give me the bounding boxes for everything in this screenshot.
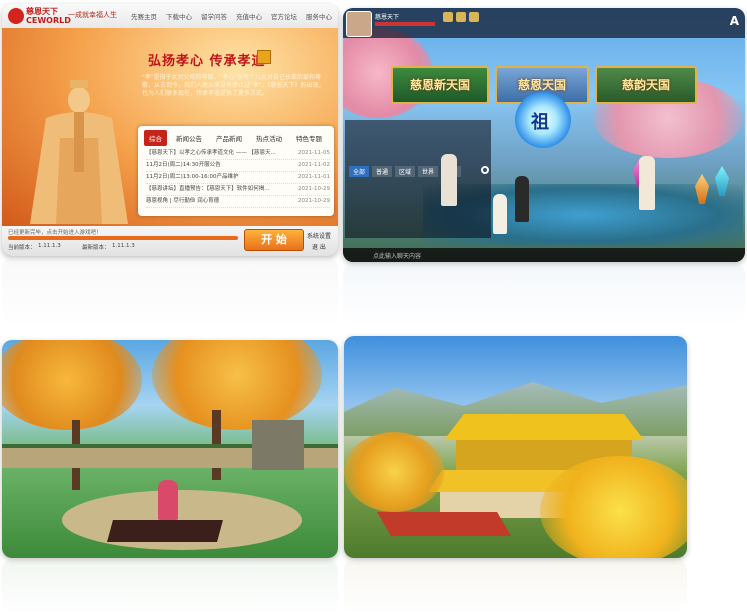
tab-product-news[interactable]: 产品新闻 [211,130,247,146]
palace-reflection [344,560,687,616]
logo-text: 慈恩天下 CEWORLD [26,7,71,25]
current-version: 1.11.1.3 [38,243,61,249]
chat-tab-all[interactable]: 全部 [349,166,370,177]
intro-text: "孝"是指子女对父母的尊敬，"孝心"是每个儿女对自己长辈的爱和尊敬，从古到今，我… [142,74,325,97]
guqin-table [107,520,223,542]
tab-features[interactable]: 特色专题 [291,130,327,146]
red-carpet [377,512,511,536]
palace-roof [444,414,644,440]
news-item[interactable]: 【慈恩讲坛】直播预告：【慈恩天下】软件如何揭... 2021-10-29 [146,184,330,196]
latest-version-label: 最新版本： [82,245,110,251]
player-name: 慈恩天下 [375,14,400,21]
nav-service[interactable]: 服务中心 [306,11,332,21]
gear-icon[interactable] [481,166,489,174]
garden-scene [2,340,338,558]
game-lobby-scene: 慈恩天下 A 慈恩新天国 慈恩天国 慈韵天国 祖 全部 普通 区域 世界 私聊 … [343,8,745,262]
update-status: 已经更新完毕，点击开始进入游戏吧！ [8,230,102,236]
launcher-nav: 先赛主页 下载中心 留学问答 充值中心 官方论坛 服务中心 [131,11,332,21]
buff-icon[interactable] [469,12,479,22]
slogan: 一成就幸福人生 [68,11,117,19]
npc-character[interactable] [493,194,507,234]
update-progress-bar [8,236,238,240]
seal-icon [257,50,271,64]
a-icon[interactable]: A [730,14,739,28]
tab-announcements[interactable]: 新闻公告 [171,130,207,146]
exit-button[interactable]: 退 出 [312,242,326,251]
autumn-tree [152,340,322,430]
tab-events[interactable]: 热点活动 [251,130,287,146]
banner-charm-heaven[interactable]: 慈韵天国 [595,66,697,104]
current-version-label: 当前版本： [8,245,36,251]
npc-character[interactable] [441,154,457,206]
tab-all[interactable]: 综合 [144,130,167,146]
health-bar [375,22,435,26]
golden-tree [344,432,444,512]
stone-gate [252,420,304,470]
autumn-tree [2,340,142,430]
settings-button[interactable]: 系统设置 [307,231,331,240]
avatar[interactable] [346,11,372,37]
launcher-bottom-bar: 已经更新完毕，点击开始进入游戏吧！ 当前版本： 1.11.1.3 最新版本： 1… [2,226,338,256]
portal-glyph: 祖 [531,112,549,133]
launcher-reflection [2,258,338,328]
chat-tab-world[interactable]: 世界 [418,166,439,177]
player-character[interactable] [158,480,178,520]
nav-recharge[interactable]: 充值中心 [236,11,262,21]
player-hud: 慈恩天下 A [343,8,745,38]
launcher-window: 慈恩天下 CEWORLD 一成就幸福人生 先赛主页 下载中心 留学问答 充值中心… [2,4,338,256]
palace-scene [344,336,687,558]
logo-icon [8,8,24,24]
chat-input[interactable]: 点此输入聊天内容 [373,251,421,260]
news-panel: 综合 新闻公告 产品新闻 热点活动 特色专题 【慈恩天下】以孝之心传承孝道文化 … [138,126,334,216]
buff-icon[interactable] [443,12,453,22]
news-tabs: 综合 新闻公告 产品新闻 热点活动 特色专题 [144,130,327,146]
news-list: 【慈恩天下】以孝之心传承孝道文化 —— 【慈恩天... 2021-11-05 11… [146,148,330,208]
npc-character[interactable] [639,156,655,210]
garden-reflection [2,560,338,616]
headline: 弘扬孝心 传承孝道 [148,54,266,69]
start-button[interactable]: 开 始 [244,229,304,251]
banner-new-heaven[interactable]: 慈恩新天国 [391,66,489,104]
chat-tab-area[interactable]: 区域 [395,166,416,177]
nav-home[interactable]: 先赛主页 [131,11,157,21]
news-item[interactable]: 【慈恩天下】以孝之心传承孝道文化 —— 【慈恩天... 2021-11-05 [146,148,330,160]
lobby-reflection [343,264,745,326]
news-item[interactable]: 慈恩视角 | 尽行勤俭 润心育德 2021-10-29 [146,196,330,208]
player-character[interactable] [515,176,529,222]
nav-faq[interactable]: 留学问答 [201,11,227,21]
launcher-topbar: 慈恩天下 CEWORLD 一成就幸福人生 先赛主页 下载中心 留学问答 充值中心… [2,4,338,29]
progress-fill [8,236,238,240]
nav-download[interactable]: 下载中心 [166,11,192,21]
latest-version: 1.11.1.3 [112,243,135,249]
chat-tab-normal[interactable]: 普通 [372,166,393,177]
chat-panel[interactable]: 全部 普通 区域 世界 私聊 [345,120,491,238]
hud-buff-icons [443,12,479,22]
chat-input-bar: 点此输入聊天内容 [343,248,745,262]
news-item[interactable]: 11月2日(周二)14:30开服公告 2021-11-02 [146,160,330,172]
confucius-statue-image [30,80,128,224]
buff-icon[interactable] [456,12,466,22]
nav-forum[interactable]: 官方论坛 [271,11,297,21]
news-item[interactable]: 11月2日(周二)13:00-16:00产品维护 2021-11-01 [146,172,330,184]
